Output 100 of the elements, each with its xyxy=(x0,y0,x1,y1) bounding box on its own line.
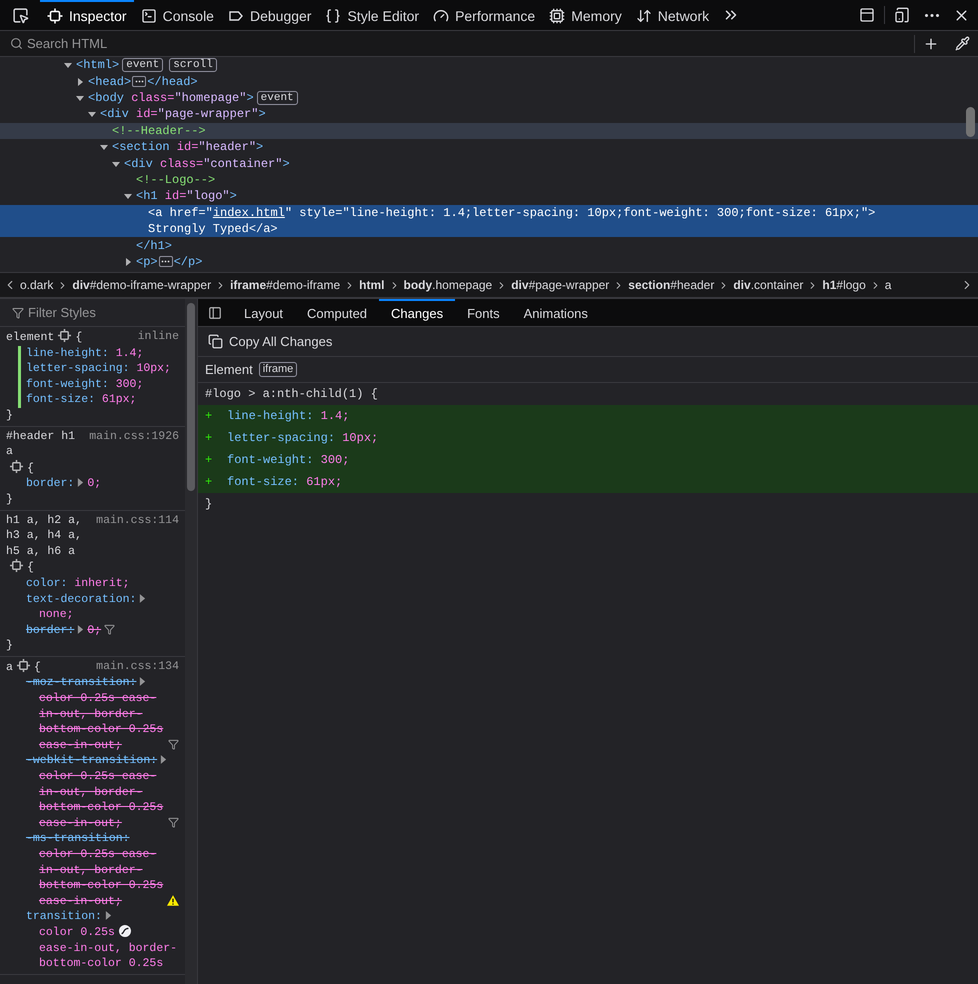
copy-icon xyxy=(208,334,223,349)
property-name[interactable]: -moz-transition: xyxy=(26,675,136,692)
property-value[interactable]: color 0.25s xyxy=(39,924,115,941)
filter-icon[interactable] xyxy=(104,624,116,636)
added-declaration: letter-spacing: 10px; xyxy=(227,430,378,447)
property-name[interactable]: line-height: xyxy=(26,346,109,362)
rule-brace: } xyxy=(6,492,13,508)
property-value[interactable]: 0; xyxy=(87,476,102,492)
expand-triangle-icon[interactable] xyxy=(77,624,84,634)
breadcrumb[interactable]: h1#logo xyxy=(822,276,866,294)
markup-code: <div id="page-wrapper"> xyxy=(100,106,266,124)
ellipsis-button[interactable] xyxy=(132,76,146,88)
property-value[interactable]: color 0.25s ease-in-out, border-bottom-color 0.25s ease-in-out; xyxy=(39,691,165,754)
breadcrumb[interactable]: div#page-wrapper xyxy=(511,276,610,294)
more-icon xyxy=(925,14,939,16)
filter-icon[interactable] xyxy=(168,817,179,828)
filter-icon[interactable] xyxy=(168,739,179,750)
property-name[interactable]: font-weight: xyxy=(26,376,109,392)
sidebar-tab[interactable]: Layout xyxy=(232,299,296,326)
twisty-icon[interactable] xyxy=(88,110,96,118)
property-value[interactable]: 61px; xyxy=(102,392,136,408)
event-badge[interactable]: scroll xyxy=(169,58,217,72)
sidebar-tab[interactable]: Computed xyxy=(295,299,380,326)
source-label: Element xyxy=(205,360,253,379)
inspector-icon xyxy=(47,8,63,24)
scrollbar-thumb[interactable] xyxy=(187,303,195,491)
twisty-icon[interactable] xyxy=(76,78,84,86)
rule-source[interactable]: inline xyxy=(138,329,179,346)
toolbar-tab[interactable]: Performance xyxy=(426,0,542,30)
closing-brace: } xyxy=(205,496,212,513)
ellipsis-button[interactable] xyxy=(158,256,173,268)
crosshair-icon[interactable] xyxy=(10,460,23,473)
toolbar-tab[interactable]: Memory xyxy=(542,0,629,30)
property-name[interactable]: -ms-transition: xyxy=(26,831,130,847)
link[interactable]: index.html xyxy=(212,206,285,220)
rule-source[interactable]: main.css:134 xyxy=(96,658,179,676)
event-badge[interactable]: event xyxy=(122,58,164,72)
rule-brace: } xyxy=(6,638,13,654)
property-value[interactable]: 0; xyxy=(87,622,102,638)
property-value[interactable]: color 0.25s ease-in-out, border-bottom-color 0.25s ease-in-out; xyxy=(39,847,164,910)
property-value[interactable]: 10px; xyxy=(136,361,171,377)
breadcrumb[interactable]: body.homepage xyxy=(404,276,492,294)
property-value[interactable]: ease-in-out, border-bottom-color 0.25s xyxy=(39,940,179,972)
crosshair-icon[interactable] xyxy=(16,658,30,672)
property-name[interactable]: color: xyxy=(26,576,68,592)
rule-selector: a xyxy=(6,660,13,676)
property-value[interactable]: color 0.25s ease-in-out, border-bottom-color 0.25s ease-in-out; xyxy=(39,769,165,832)
sidebar-tab[interactable]: Changes xyxy=(379,299,456,326)
property-name[interactable]: -webkit-transition: xyxy=(26,753,158,770)
breadcrumb[interactable]: a xyxy=(884,276,892,294)
twisty-icon[interactable] xyxy=(64,61,72,70)
breadcrumb[interactable]: iframe#demo-iframe xyxy=(230,276,340,294)
twisty-icon[interactable] xyxy=(112,160,120,168)
breadcrumb[interactable]: div#demo-iframe-wrapper xyxy=(72,276,212,294)
toolbar-tab[interactable]: Debugger xyxy=(220,0,318,30)
twisty-icon[interactable] xyxy=(124,192,132,200)
twisty-icon[interactable] xyxy=(100,143,108,152)
filter-styles-field[interactable]: Filter Styles xyxy=(28,302,168,322)
rule-source[interactable]: main.css:1926 xyxy=(89,428,179,476)
breadcrumb[interactable]: o.dark xyxy=(20,276,54,294)
dots-icon xyxy=(161,260,170,264)
markup-code: <div class="container"> xyxy=(124,156,290,173)
property-value[interactable]: none; xyxy=(39,607,74,623)
expand-triangle-icon[interactable] xyxy=(104,911,112,920)
breadcrumb[interactable]: html xyxy=(359,276,384,294)
property-value[interactable]: 1.4; xyxy=(116,346,144,362)
braces-icon xyxy=(325,8,342,24)
expand-triangle-icon[interactable] xyxy=(139,677,146,686)
property-name[interactable]: font-size: xyxy=(26,392,96,408)
twisty-icon[interactable] xyxy=(124,258,132,266)
property-value[interactable]: inherit; xyxy=(74,576,130,592)
toolbar-tab[interactable]: Console xyxy=(134,0,221,30)
breadcrumb[interactable]: div.container xyxy=(733,276,804,294)
breadcrumb[interactable]: section#header xyxy=(628,276,714,294)
event-badge[interactable]: event xyxy=(256,90,298,105)
property-name[interactable]: transition: xyxy=(26,909,102,925)
property-name[interactable]: border: xyxy=(26,476,74,492)
property-name[interactable]: letter-spacing: xyxy=(26,361,130,377)
toolbar-tab[interactable]: Network xyxy=(628,0,716,30)
crosshair-icon[interactable] xyxy=(10,559,23,572)
expand-triangle-icon[interactable] xyxy=(77,478,84,488)
markup-code: <h1 id="logo"> xyxy=(136,188,237,206)
sidebar-tab[interactable]: Animations xyxy=(512,299,600,326)
property-name[interactable]: text-decoration: xyxy=(26,592,136,608)
rule-source[interactable]: main.css:114 xyxy=(96,512,179,576)
property-value[interactable]: 300; xyxy=(116,376,144,392)
expand-triangle-icon[interactable] xyxy=(160,755,168,764)
toolbar-tab[interactable]: Style Editor xyxy=(318,0,426,30)
expand-triangle-icon[interactable] xyxy=(139,594,146,602)
property-name[interactable]: border: xyxy=(26,622,74,638)
crosshair-icon[interactable] xyxy=(58,329,72,342)
added-marker: + xyxy=(205,408,214,425)
added-marker: + xyxy=(205,452,214,469)
easing-icon[interactable] xyxy=(118,924,131,937)
copy-all-changes-button[interactable]: Copy All Changes xyxy=(206,332,334,352)
markup-code: <a href="index.html" style="line-height: 1.4;letter-spacing: 10px;font-weight: 300;font-size: 61px;"> xyxy=(148,204,876,222)
sidebar-tab[interactable]: Fonts xyxy=(455,299,512,326)
twisty-icon[interactable] xyxy=(76,94,84,102)
filter-icon xyxy=(12,306,24,318)
scrollbar-thumb[interactable] xyxy=(966,107,975,137)
